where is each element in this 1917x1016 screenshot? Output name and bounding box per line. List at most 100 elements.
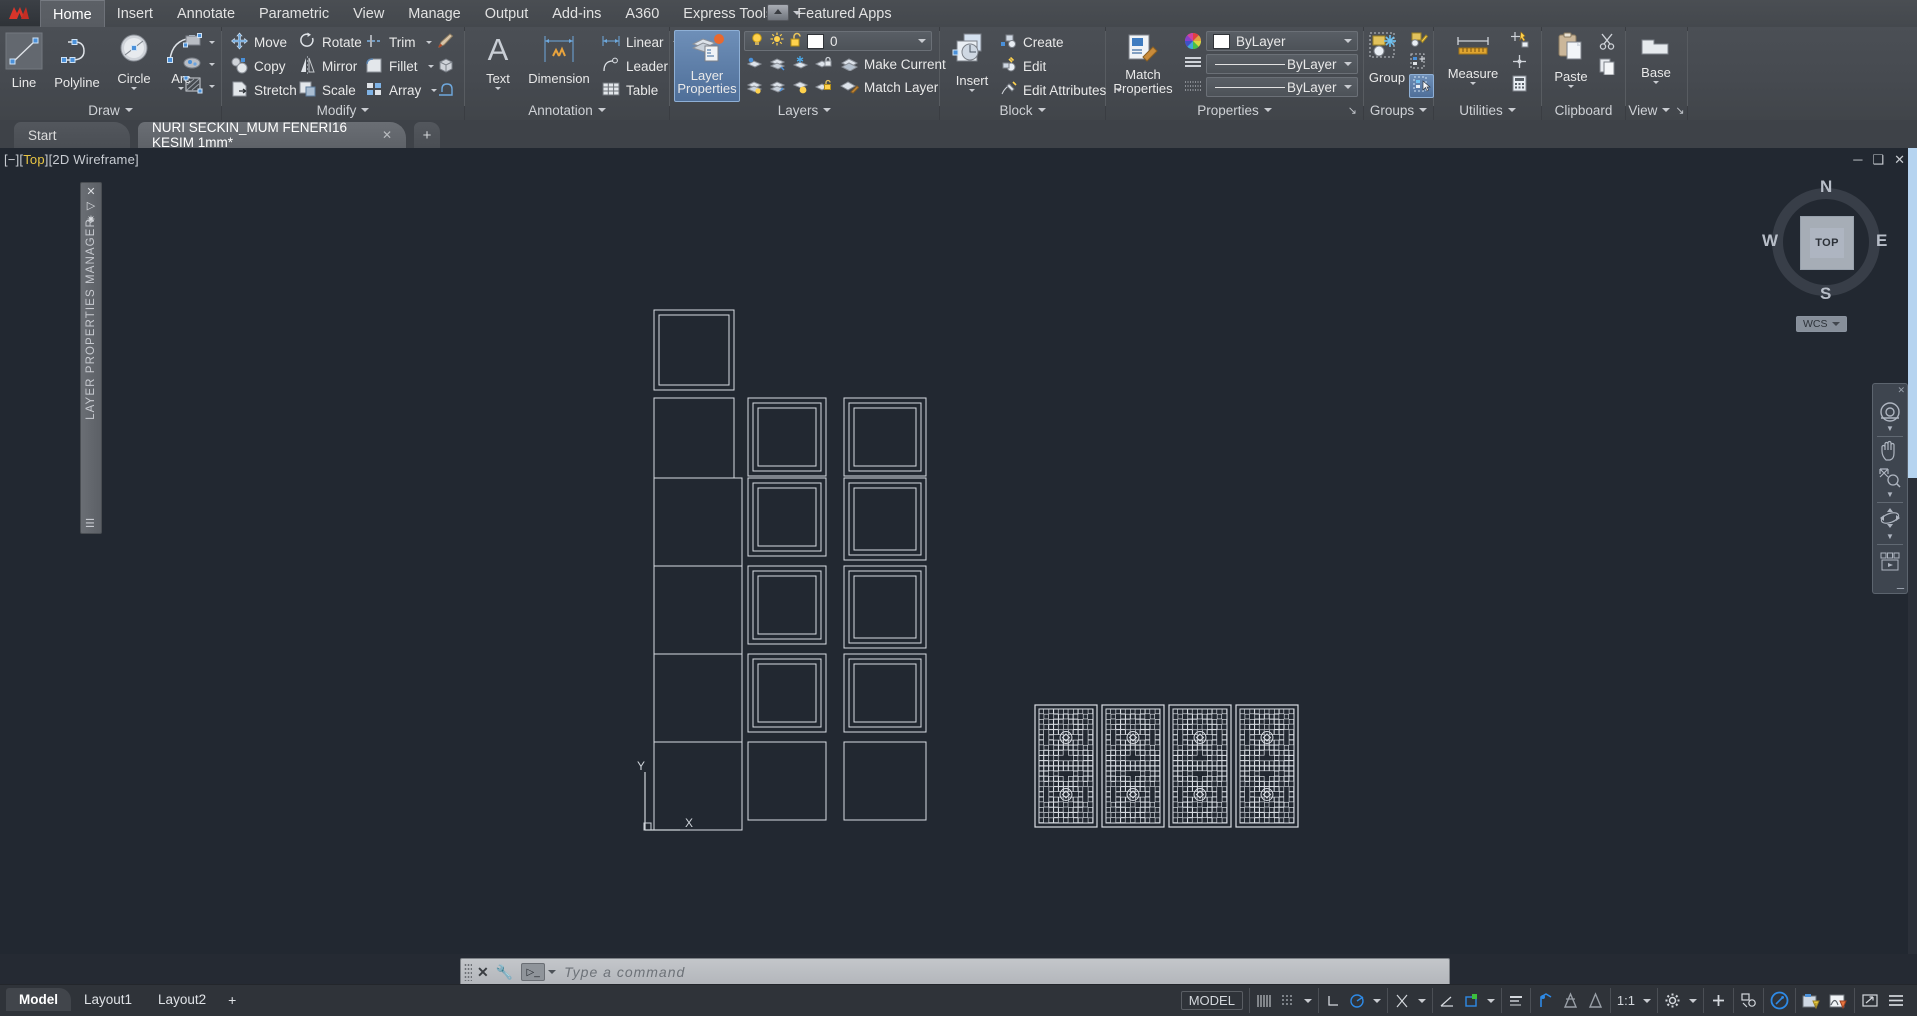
view-cube[interactable]: N E S W TOP xyxy=(1762,177,1887,304)
ribbon-minimize-button[interactable] xyxy=(767,4,801,21)
draw-polyline-button[interactable]: Polyline xyxy=(48,32,106,90)
hardware-acceleration-button[interactable] xyxy=(1770,991,1789,1010)
resize-grip-icon[interactable]: ☰ xyxy=(85,517,97,530)
chevron-down-icon[interactable] xyxy=(427,65,434,68)
drawing-rectangle[interactable] xyxy=(853,663,917,723)
nav-pan-button[interactable] xyxy=(1873,440,1907,468)
calculator-button[interactable] xyxy=(1510,75,1529,94)
drawing-rectangle[interactable] xyxy=(848,402,922,472)
cut-button[interactable] xyxy=(1598,33,1616,52)
command-prompt-icon[interactable]: ▷_ xyxy=(521,963,546,981)
chevron-down-icon[interactable] xyxy=(1372,998,1381,1003)
view-cube-south-label[interactable]: S xyxy=(1820,284,1831,304)
layer-unlock-button[interactable] xyxy=(814,78,832,97)
wrench-icon[interactable]: 🔧 xyxy=(496,964,513,981)
group-button[interactable]: Group xyxy=(1366,31,1408,85)
chevron-down-icon[interactable] xyxy=(1344,85,1352,89)
view-cube-east-label[interactable]: E xyxy=(1876,231,1887,251)
ribbon-tab-a360[interactable]: A360 xyxy=(613,0,671,27)
chevron-down-icon[interactable] xyxy=(1653,81,1659,84)
layer-lock-button[interactable] xyxy=(814,55,832,74)
ornament-panel[interactable] xyxy=(1034,704,1098,828)
chevron-down-icon[interactable] xyxy=(1417,998,1426,1003)
view-cube-west-label[interactable]: W xyxy=(1762,231,1778,251)
chevron-down-icon[interactable] xyxy=(548,970,557,974)
layer-properties-manager-panel[interactable]: ✕ ▷ ✷ LAYER PROPERTIES MANAGER ☰ xyxy=(80,182,102,534)
annotation-scale-button[interactable]: 1:1 xyxy=(1617,993,1635,1008)
ribbon-tab-manage[interactable]: Manage xyxy=(396,0,472,27)
annotation-monitor-toggle[interactable] xyxy=(1587,992,1604,1009)
object-snap-tracking-toggle[interactable] xyxy=(1394,993,1410,1009)
chevron-down-icon[interactable] xyxy=(969,89,975,92)
navigation-bar[interactable]: ✕ ▼ ▼ ▼ ⚊ xyxy=(1872,383,1908,594)
layer-on-button[interactable] xyxy=(769,78,786,97)
modify-stretch-button[interactable]: Stretch xyxy=(230,81,297,100)
chevron-down-icon[interactable] xyxy=(1568,85,1574,88)
angle-constraint-toggle[interactable] xyxy=(1439,993,1455,1009)
annotation-panel-title[interactable]: Annotation xyxy=(465,102,669,118)
drawing-rectangle[interactable] xyxy=(848,658,922,728)
ungroup-button[interactable] xyxy=(1410,31,1429,50)
block-panel-title[interactable]: Block xyxy=(940,102,1105,118)
layer-match-button[interactable]: Match Layer xyxy=(839,78,938,97)
quick-select-button[interactable] xyxy=(1510,30,1529,50)
block-edit-button[interactable]: Edit xyxy=(1000,56,1046,76)
layer-isolate-button[interactable] xyxy=(746,55,763,74)
utilities-panel-title[interactable]: Utilities xyxy=(1434,102,1541,118)
graphics-performance-button[interactable] xyxy=(1829,992,1848,1010)
modify-explode-button[interactable] xyxy=(436,57,455,76)
drawing-rectangle[interactable] xyxy=(843,397,927,477)
layout-tab-model[interactable]: Model xyxy=(6,988,71,1011)
drawing-rectangle[interactable] xyxy=(848,482,922,556)
nav-steering-wheel-dropdown[interactable]: ▼ xyxy=(1873,424,1907,433)
object-snap-toggle[interactable] xyxy=(1463,993,1479,1009)
drawing-rectangle[interactable] xyxy=(848,570,922,644)
command-line[interactable]: ✕ 🔧 ▷_ Type a command xyxy=(460,958,1450,986)
drawing-rectangle[interactable] xyxy=(658,314,730,386)
drawing-rectangle[interactable] xyxy=(747,477,827,557)
view-cube-north-label[interactable]: N xyxy=(1820,177,1832,197)
object-lineweight-combo[interactable]: ByLayer xyxy=(1206,77,1358,97)
draw-gradient-flyout[interactable] xyxy=(182,55,215,74)
ribbon-tab-insert[interactable]: Insert xyxy=(105,0,165,27)
modify-erase-brush-button[interactable] xyxy=(436,33,455,52)
modify-extrude-button[interactable] xyxy=(436,81,455,100)
viewport-minimize-icon[interactable]: ─ xyxy=(1853,152,1862,168)
annotation-dimension-button[interactable]: Dimension xyxy=(522,32,596,86)
isolate-objects-button[interactable] xyxy=(1740,992,1757,1009)
lineweight-display-toggle[interactable] xyxy=(1508,993,1524,1009)
draw-circle-button[interactable]: Circle xyxy=(108,32,160,90)
close-icon[interactable]: ✕ xyxy=(382,128,392,142)
drawing-rectangle[interactable] xyxy=(853,407,917,467)
drawing-rectangle[interactable] xyxy=(747,397,827,477)
drawing-recovery-button[interactable]: ! xyxy=(1802,992,1821,1010)
drawing-rectangle[interactable] xyxy=(653,565,743,655)
ornament-panel[interactable] xyxy=(1101,704,1165,828)
match-properties-button[interactable]: Match Properties xyxy=(1110,30,1176,95)
auto-hide-icon[interactable]: ▷ xyxy=(81,199,101,213)
drawing-rectangle[interactable] xyxy=(853,487,917,551)
drawing-rectangle[interactable] xyxy=(843,565,927,649)
drawing-rectangle[interactable] xyxy=(757,663,817,723)
drawing-rectangle[interactable] xyxy=(653,309,735,391)
chevron-down-icon[interactable] xyxy=(1643,998,1651,1003)
drawing-rectangle[interactable] xyxy=(747,741,827,821)
chevron-down-icon[interactable] xyxy=(1344,39,1352,43)
properties-dialog-launcher[interactable]: ↘ xyxy=(1348,104,1357,117)
lightbulb-icon[interactable] xyxy=(750,32,764,50)
selection-cycling-toggle[interactable] xyxy=(1562,992,1579,1009)
ornament-panel[interactable] xyxy=(1235,704,1299,828)
chevron-down-icon[interactable] xyxy=(1470,82,1476,85)
modify-mirror-button[interactable]: Mirror xyxy=(298,56,357,76)
drawing-rectangle[interactable] xyxy=(757,575,817,635)
layer-unisolate-button[interactable] xyxy=(746,78,763,97)
modify-move-button[interactable]: Move xyxy=(230,32,287,52)
chevron-down-icon[interactable] xyxy=(918,39,926,43)
drawing-rectangle[interactable] xyxy=(653,741,743,831)
drawing-rectangle[interactable] xyxy=(843,653,927,733)
drawing-rectangle[interactable] xyxy=(843,477,927,561)
draw-line-button[interactable]: Line xyxy=(3,32,45,90)
drawing-rectangle[interactable] xyxy=(757,487,817,547)
layout-tab-layout2[interactable]: Layout2 xyxy=(145,988,219,1011)
drawing-rectangle[interactable] xyxy=(653,397,735,479)
